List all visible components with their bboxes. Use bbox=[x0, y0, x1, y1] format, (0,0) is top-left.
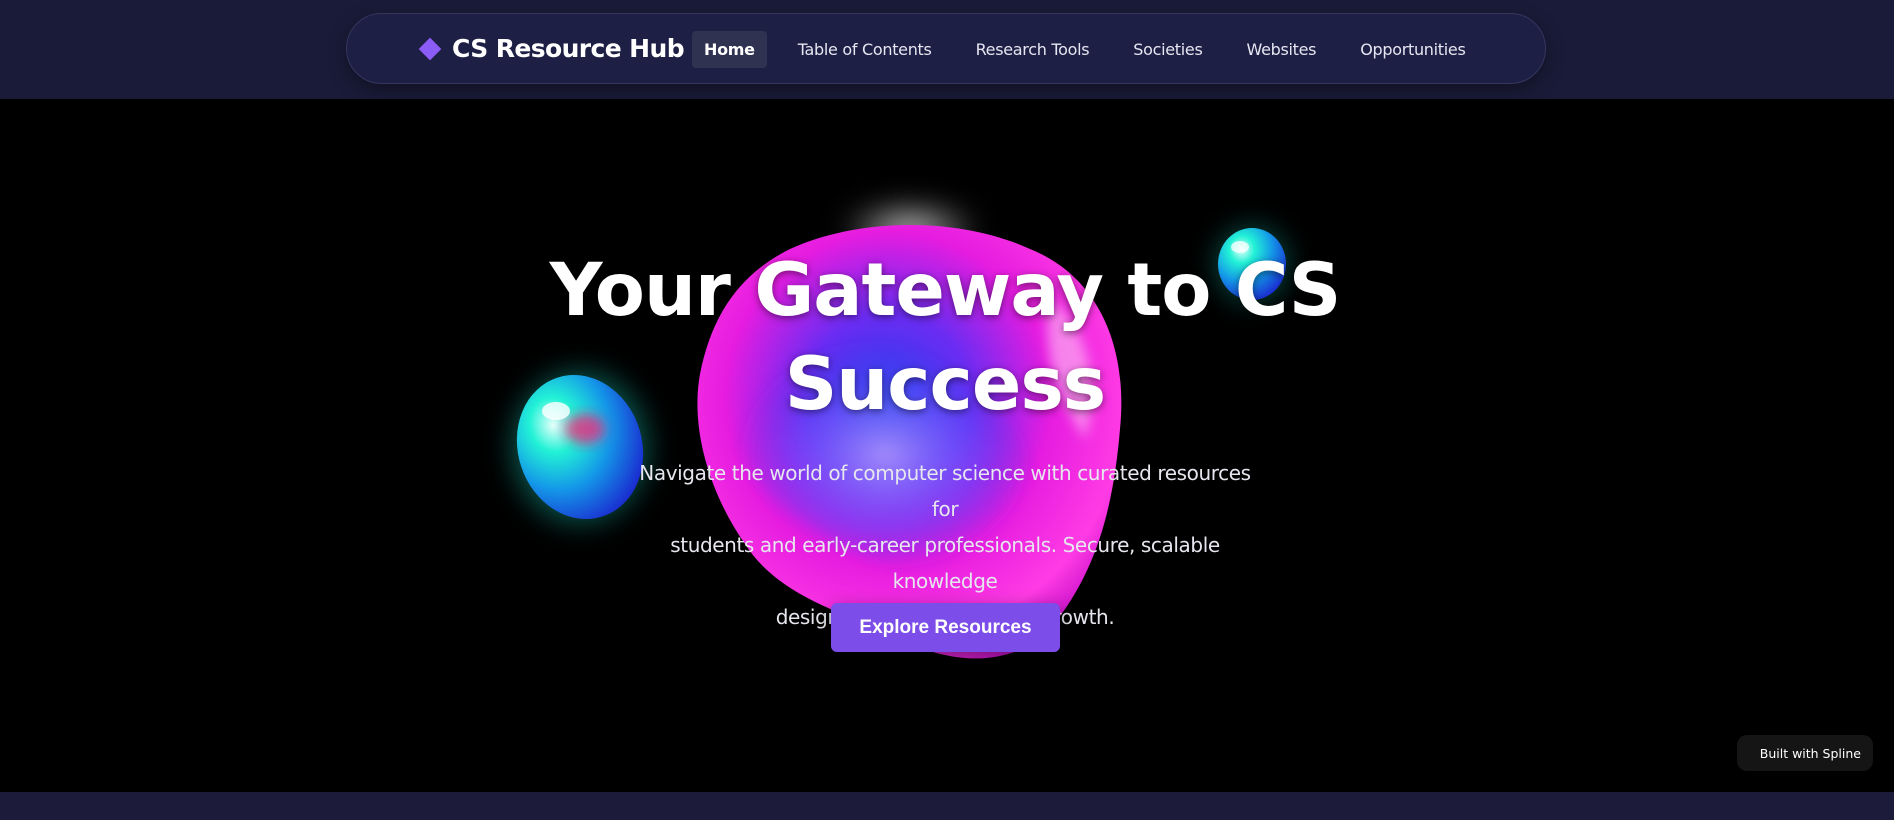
hero-section: Your Gateway to CS Success Navigate the … bbox=[0, 99, 1894, 792]
brand-logo[interactable]: CS Resource Hub bbox=[418, 14, 685, 83]
next-section-edge bbox=[0, 792, 1894, 820]
nav-item-home[interactable]: Home bbox=[692, 31, 767, 68]
built-with-spline-badge[interactable]: Built with Spline bbox=[1737, 735, 1873, 771]
hero-subtitle-line2: students and early-career professionals.… bbox=[670, 533, 1220, 593]
top-bar: CS Resource Hub Home Table of Contents R… bbox=[0, 0, 1894, 99]
hero-subtitle-line1: Navigate the world of computer science w… bbox=[639, 461, 1251, 521]
nav-item-table-of-contents[interactable]: Table of Contents bbox=[786, 31, 944, 68]
nav-item-research-tools[interactable]: Research Tools bbox=[964, 31, 1102, 68]
nav-bar: CS Resource Hub Home Table of Contents R… bbox=[346, 13, 1546, 84]
nav-item-opportunities[interactable]: Opportunities bbox=[1348, 31, 1477, 68]
hero-headline: Your Gateway to CS Success bbox=[540, 244, 1350, 432]
brand-name: CS Resource Hub bbox=[452, 34, 685, 63]
nav-item-societies[interactable]: Societies bbox=[1121, 31, 1214, 68]
hero-headline-line1: Your Gateway to CS bbox=[549, 248, 1342, 333]
diamond-icon bbox=[418, 37, 442, 60]
nav-item-websites[interactable]: Websites bbox=[1235, 31, 1329, 68]
spline-3d-scene bbox=[512, 201, 1288, 659]
explore-resources-button[interactable]: Explore Resources bbox=[831, 603, 1060, 652]
nav-links: Home Table of Contents Research Tools So… bbox=[692, 31, 1498, 68]
hero-headline-line2: Success bbox=[784, 342, 1107, 427]
